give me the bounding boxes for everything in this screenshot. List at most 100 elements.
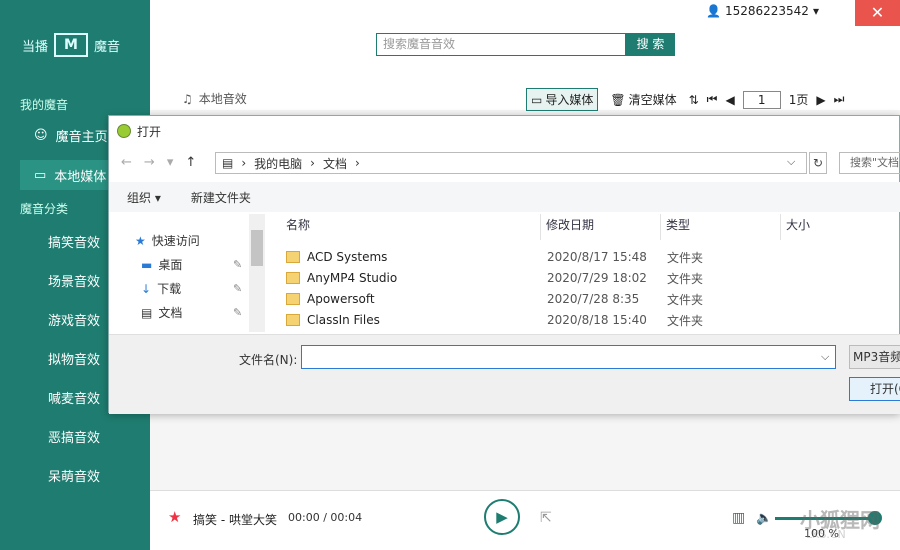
page-number-input[interactable]: 1 (742, 90, 781, 109)
nav-scrollbar-thumb[interactable] (251, 230, 263, 266)
prev-page-icon[interactable]: ◀ (725, 93, 734, 107)
filename-input[interactable] (301, 345, 836, 369)
column-divider (780, 214, 781, 240)
back-icon[interactable]: ← (121, 155, 132, 170)
smiley-icon: ☺ (34, 127, 48, 143)
file-date: 2020/8/18 15:40 (547, 313, 647, 327)
breadcrumb-item[interactable]: 文档 (323, 155, 347, 172)
page-title: ♫ 本地音效 (182, 90, 247, 107)
command-bar: 组织 ▾ 新建文件夹 (109, 182, 900, 212)
organize-button[interactable]: 组织 ▾ (127, 189, 161, 206)
open-button[interactable]: 打开(O) (849, 377, 900, 401)
app-logo: 当播 M 魔音 (22, 30, 132, 60)
dialog-footer: 文件名(N): ⌵ MP3音频 打开(O) (109, 334, 900, 414)
loop-icon[interactable]: ⇅ (689, 93, 699, 107)
address-row: ← → ▾ ↑ ▤ › 我的电脑 › 文档 › ⌵ ↻ 搜索"文档" (109, 146, 900, 180)
recent-dropdown-icon[interactable]: ▾ (167, 155, 174, 170)
column-header-name[interactable]: 名称 (286, 216, 310, 233)
search-input[interactable]: 搜索魔音音效 (376, 33, 626, 56)
favorite-star-icon[interactable]: ★ (168, 508, 181, 526)
folder-icon (286, 251, 300, 263)
user-icon: 👤 (706, 4, 721, 18)
play-button[interactable]: ▶ (484, 499, 520, 535)
nav-item-label: 快速访问 (151, 234, 200, 248)
file-row[interactable]: AnyMP4 Studio 2020/7/29 18:02 文件夹 (286, 268, 703, 288)
chevron-down-icon: ▾ (812, 4, 819, 18)
file-row[interactable]: ACD Systems 2020/8/17 15:48 文件夹 (286, 247, 703, 267)
sidebar-category[interactable]: 恶搞音效 (48, 421, 178, 451)
music-note-icon: ♫ (182, 91, 193, 106)
first-page-icon[interactable]: ⏮ (707, 92, 718, 107)
document-icon: ▤ (141, 305, 153, 320)
file-name: AnyMP4 Studio (307, 271, 398, 285)
column-divider (660, 214, 661, 240)
sidebar-item-label: 魔音主页 (55, 129, 108, 145)
filetype-select[interactable]: MP3音频 (849, 345, 900, 369)
breadcrumb-item[interactable]: 我的电脑 (254, 155, 302, 172)
up-icon[interactable]: ↑ (185, 155, 196, 170)
download-icon: ↓ (141, 281, 152, 296)
new-folder-button[interactable]: 新建文件夹 (191, 189, 251, 206)
chevron-right-icon: › (310, 156, 315, 170)
file-name: ClassIn Files (307, 313, 380, 327)
next-page-icon[interactable]: ▶ (816, 93, 825, 107)
nav-arrows: ← → ▾ ↑ (121, 155, 196, 170)
filename-label: 文件名(N): (239, 353, 298, 367)
logo-text-left: 当播 (22, 39, 49, 55)
user-menu[interactable]: 👤 15286223542 ▾ (706, 4, 819, 18)
watermark-domain: LKS.CN (806, 528, 846, 541)
open-file-dialog: 打开 ← → ▾ ↑ ▤ › 我的电脑 › 文档 › ⌵ ↻ 搜索"文档" 组织… (108, 115, 900, 414)
nav-item-quick-access[interactable]: ★ 快速访问 (135, 232, 200, 249)
refresh-button[interactable]: ↻ (809, 152, 827, 174)
sidebar-category[interactable]: 呆萌音效 (48, 460, 178, 490)
nav-item-documents[interactable]: ▤ 文档 (141, 304, 182, 321)
file-row[interactable]: Apowersoft 2020/7/28 8:35 文件夹 (286, 289, 703, 309)
nav-item-desktop[interactable]: ▬ 桌面 (141, 256, 182, 273)
import-media-button[interactable]: ▭ 导入媒体 (526, 88, 599, 111)
share-icon[interactable]: ⇱ (540, 510, 552, 526)
chevron-right-icon: › (241, 156, 247, 170)
play-icon: ▶ (496, 508, 508, 526)
file-row[interactable]: ClassIn Files 2020/8/18 15:40 文件夹 (286, 310, 703, 330)
sidebar-item-label: 本地媒体 (54, 169, 107, 185)
logo-text-right: 魔音 (94, 39, 121, 55)
filename-dropdown-icon[interactable]: ⌵ (821, 350, 829, 364)
song-time: 00:00 / 00:04 (288, 511, 363, 524)
app-icon (117, 124, 131, 138)
file-date: 2020/7/29 18:02 (547, 271, 647, 285)
folder-open-icon: ▭ (34, 167, 47, 183)
folder-icon: ▭ (531, 92, 543, 107)
pin-icon: ✎ (233, 282, 243, 295)
file-type: 文件夹 (667, 313, 704, 328)
last-page-icon[interactable]: ⏭ (834, 92, 845, 107)
nav-item-label: 文档 (158, 306, 183, 320)
nav-item-label: 下载 (157, 282, 182, 296)
watermark: 小狐狸网 LKS.CN (740, 482, 900, 550)
logo-mark: M (54, 33, 89, 57)
close-button[interactable]: ✕ (855, 0, 900, 26)
import-label: 导入媒体 (545, 93, 594, 107)
file-type: 文件夹 (667, 271, 704, 286)
file-type: 文件夹 (667, 292, 704, 307)
search-button[interactable]: 搜 索 (626, 33, 675, 56)
forward-icon[interactable]: → (144, 155, 155, 170)
star-icon: ★ (135, 233, 146, 248)
clear-label: 清空媒体 (628, 93, 677, 107)
nav-item-label: 桌面 (158, 258, 183, 272)
desktop-icon: ▬ (141, 257, 153, 272)
file-type: 文件夹 (667, 250, 704, 265)
dialog-title: 打开 (137, 124, 162, 139)
column-header-size[interactable]: 大小 (786, 216, 810, 233)
column-header-type[interactable]: 类型 (666, 216, 690, 233)
column-divider (540, 214, 541, 240)
address-dropdown-icon[interactable]: ⌵ (787, 155, 795, 169)
column-header-date[interactable]: 修改日期 (546, 216, 594, 233)
media-toolbar: ▭ 导入媒体 🗑 清空媒体 ⇅ ⏮ ◀ 1 1页 ▶ ⏭ (526, 88, 844, 111)
page-total: 1页 (788, 93, 809, 107)
user-name: 15286223542 (724, 4, 809, 18)
address-bar[interactable]: ▤ › 我的电脑 › 文档 › (215, 152, 807, 174)
clear-media-button[interactable]: 🗑 清空媒体 (606, 89, 680, 110)
dialog-search-input[interactable]: 搜索"文档" (839, 152, 900, 174)
folder-icon (286, 293, 300, 305)
nav-item-downloads[interactable]: ↓ 下载 (141, 280, 181, 297)
